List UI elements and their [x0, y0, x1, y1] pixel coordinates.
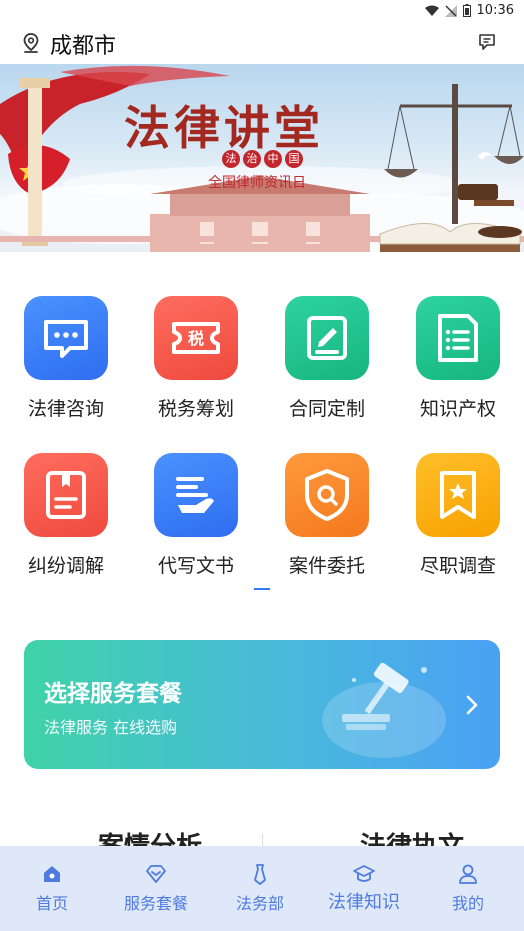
banner-badge: 法 治 中 国 [222, 150, 303, 168]
service-contract[interactable]: 合同定制 [277, 296, 377, 421]
status-icons: 10:36 [424, 3, 514, 18]
tax-ticket-icon: 税 [154, 296, 238, 380]
service-label: 尽职调查 [419, 555, 496, 577]
section-legal-writing[interactable]: 法律执文 [360, 826, 464, 846]
badge-char: 治 [243, 150, 261, 168]
message-icon[interactable] [478, 33, 496, 51]
service-due-diligence[interactable]: 尽职调查 [408, 453, 508, 578]
tab-legal-department[interactable]: 法务部 [208, 862, 312, 914]
chevron-right-icon[interactable] [464, 694, 480, 716]
service-package-card[interactable]: 选择服务套餐 法律服务 在线选购 [24, 640, 500, 769]
bottom-tab-bar: 首页 服务套餐 法务部 法律知识 我的 [0, 846, 524, 931]
status-time: 10:36 [476, 3, 514, 18]
grid-page-indicator [254, 588, 270, 590]
promo-subtitle: 法律服务 在线选购 [44, 718, 178, 737]
banner[interactable]: 法律讲堂 法 治 中 国 全国律师资讯日 [0, 64, 524, 252]
service-label: 法律咨询 [27, 398, 104, 420]
tab-label: 首页 [35, 894, 68, 913]
banner-subtitle: 全国律师资讯日 [208, 175, 306, 191]
badge-char: 法 [222, 150, 240, 168]
section-case-analysis[interactable]: 案情分析 [98, 826, 202, 846]
book-icon [24, 453, 108, 537]
battery-icon [462, 4, 471, 17]
app-header: 成都市 [0, 24, 524, 64]
status-bar: 10:36 [0, 0, 524, 24]
service-label: 代写文书 [157, 555, 234, 577]
tab-home[interactable]: 首页 [0, 862, 104, 914]
service-label: 税务筹划 [157, 398, 234, 420]
service-document-writing[interactable]: 代写文书 [146, 453, 246, 578]
section-headers: 案情分析 法律执文 [0, 826, 524, 846]
graduation-cap-icon [353, 865, 375, 882]
badge-char: 中 [264, 150, 282, 168]
service-legal-consult[interactable]: 法律咨询 [16, 296, 116, 421]
banner-title: 法律讲堂 [124, 101, 324, 155]
service-label: 纠纷调解 [27, 555, 104, 577]
tab-label: 法律知识 [328, 892, 400, 913]
tie-icon [254, 864, 266, 885]
user-icon [459, 864, 477, 884]
tab-label: 服务套餐 [123, 894, 188, 913]
edit-document-icon [285, 296, 369, 380]
service-label: 案件委托 [288, 555, 365, 577]
tab-label: 我的 [451, 894, 484, 913]
tab-service-package[interactable]: 服务套餐 [104, 862, 208, 914]
location-pin-icon[interactable] [22, 33, 40, 53]
service-mediation[interactable]: 纠纷调解 [16, 453, 116, 578]
section-divider [262, 834, 263, 846]
location-city[interactable]: 成都市 [50, 28, 116, 60]
tab-legal-knowledge[interactable]: 法律知识 [312, 862, 416, 914]
no-signal-icon [444, 4, 457, 17]
service-label: 合同定制 [288, 398, 365, 420]
svg-text:税: 税 [188, 329, 204, 348]
package-icon [146, 865, 166, 883]
star-bookmark-icon [416, 453, 500, 537]
service-case-entrust[interactable]: 案件委托 [277, 453, 377, 578]
hand-writing-icon [154, 453, 238, 537]
service-ip[interactable]: 知识产权 [408, 296, 508, 421]
tab-label: 法务部 [235, 894, 284, 913]
shield-search-icon [285, 453, 369, 537]
wifi-icon [424, 5, 439, 16]
home-icon [44, 866, 60, 882]
badge-char: 国 [285, 150, 303, 168]
gavel-illustration [322, 662, 446, 758]
service-tax-planning[interactable]: 税 税务筹划 [146, 296, 246, 421]
service-label: 知识产权 [419, 398, 496, 420]
tab-mine[interactable]: 我的 [416, 862, 520, 914]
promo-title: 选择服务套餐 [44, 681, 182, 707]
list-document-icon [416, 296, 500, 380]
chat-bubble-icon [24, 296, 108, 380]
